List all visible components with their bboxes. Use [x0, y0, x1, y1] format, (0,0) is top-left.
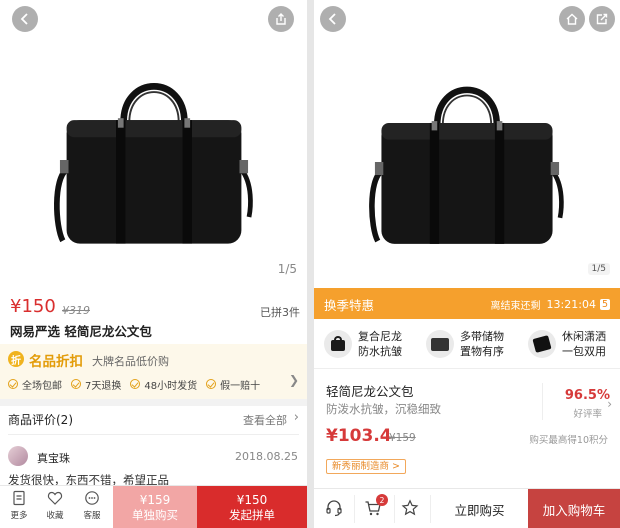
- current-price: ¥150: [10, 296, 56, 317]
- current-price: ¥103.4: [326, 426, 392, 446]
- start-group-buy-button[interactable]: ¥150 发起拼单: [197, 486, 307, 528]
- laptop-sleeve-icon: [528, 329, 556, 358]
- check-icon: [8, 379, 18, 389]
- chevron-left-icon: [20, 13, 28, 25]
- chat-icon: [85, 491, 99, 505]
- avatar: [8, 446, 28, 466]
- document-icon: [13, 490, 25, 506]
- service-item: 7天退换: [71, 377, 121, 392]
- image-page-indicator: 1/5: [277, 262, 297, 276]
- service-guarantees: 全场包邮 7天退换 48小时发货 假一赔十: [8, 376, 299, 392]
- buy-now-button[interactable]: 立即购买: [431, 489, 528, 528]
- feature-item: 多带储物 置物有序: [416, 319, 518, 368]
- add-to-cart-button[interactable]: 加入购物车: [528, 489, 620, 528]
- check-icon: [71, 379, 81, 389]
- discount-badge-icon: 折: [8, 351, 24, 367]
- service-item: 全场包邮: [8, 377, 62, 392]
- share-icon: [276, 13, 286, 25]
- divider: [354, 495, 355, 523]
- customer-service-button[interactable]: 客服: [77, 490, 107, 528]
- share-button[interactable]: [589, 6, 615, 32]
- heart-icon: [47, 491, 63, 505]
- bag-thumbnail-icon: [324, 329, 352, 358]
- promo-subtitle: 大牌名品低价购: [92, 355, 169, 368]
- original-price: ¥159: [389, 432, 416, 444]
- divider: [542, 383, 543, 420]
- customer-service-button[interactable]: [323, 497, 345, 519]
- service-item: 48小时发货: [130, 377, 197, 392]
- product-title: 网易严选 轻简尼龙公文包: [10, 324, 152, 339]
- section-divider: [0, 399, 307, 406]
- bottom-action-bar: 更多 收藏 客服 ¥159 单独购买 ¥150 发起拼单: [0, 485, 307, 528]
- screen-divider: [307, 0, 314, 528]
- positive-rating[interactable]: 96.5%: [565, 388, 610, 403]
- manufacturer-tag[interactable]: 新秀丽制造商 >: [326, 459, 406, 474]
- favorite-button[interactable]: 收藏: [40, 490, 70, 528]
- headset-icon: [326, 500, 342, 517]
- service-item: 假一赔十: [206, 377, 260, 392]
- sold-count: 已拼3件: [260, 306, 300, 319]
- star-icon: [401, 499, 419, 516]
- check-icon: [130, 379, 141, 389]
- share-icon: [596, 13, 608, 25]
- promo-title: 名品折扣: [29, 354, 83, 370]
- product-name: 轻简尼龙公文包: [326, 384, 414, 399]
- product-image-gallery[interactable]: 1/5: [0, 0, 307, 290]
- reviews-header[interactable]: 商品评价(2) 查看全部 ›: [8, 410, 299, 429]
- share-button[interactable]: [268, 6, 294, 32]
- feature-item: 休闲潇洒 一包双用: [518, 319, 620, 368]
- more-button[interactable]: 更多: [4, 490, 34, 528]
- home-button[interactable]: [559, 6, 585, 32]
- back-button[interactable]: [12, 6, 38, 32]
- bag-interior-icon: [426, 329, 454, 358]
- reviews-title: 商品评价(2): [8, 413, 73, 427]
- favorite-button[interactable]: [399, 497, 421, 519]
- cart-count-badge: 2: [376, 494, 388, 506]
- image-page-indicator: 1/5: [587, 263, 610, 275]
- divider: [394, 495, 395, 523]
- buy-alone-button[interactable]: ¥159 单独购买: [113, 486, 197, 528]
- price-row: ¥150 ¥319 已拼3件: [10, 296, 300, 322]
- reviewer-name: 真宝珠: [37, 452, 70, 465]
- chevron-left-icon: [328, 13, 336, 25]
- chevron-right-icon: ❯: [288, 373, 299, 387]
- product-image-gallery[interactable]: 1/5: [314, 0, 620, 288]
- review-date: 2018.08.25: [235, 450, 298, 463]
- right-product-screen: 1/5 换季特惠 离结束还剩 13:21:04 5 复合尼龙 防水抗皱 多带储物置…: [314, 0, 620, 528]
- brand-discount-banner[interactable]: 折 名品折扣 大牌名品低价购 全场包邮 7天退换 48小时发货 假一赔十 ❯: [0, 344, 307, 399]
- briefcase-image: [314, 62, 620, 262]
- product-description: 防泼水抗皱，沉稳细致: [326, 402, 441, 416]
- chevron-right-icon: ›: [293, 410, 299, 425]
- see-all-reviews-link[interactable]: 查看全部: [243, 412, 287, 428]
- cart-button[interactable]: 2: [362, 494, 388, 519]
- seasonal-sale-banner: 换季特惠 离结束还剩 13:21:04 5: [314, 288, 620, 319]
- rating-label: 好评率: [573, 409, 602, 420]
- feature-highlights: 复合尼龙 防水抗皱 多带储物 置物有序 休闲潇洒 一包双用: [314, 319, 620, 369]
- back-button[interactable]: [320, 6, 346, 32]
- chevron-right-icon: ›: [607, 397, 612, 411]
- left-product-screen: 1/5 ¥150 ¥319 已拼3件 网易严选 轻简尼龙公文包 折 名品折扣 大…: [0, 0, 307, 528]
- home-icon: [566, 13, 578, 25]
- points-info: 购买最高得10积分: [529, 435, 608, 446]
- original-price: ¥319: [62, 304, 90, 317]
- sale-countdown: 离结束还剩 13:21:04 5: [490, 298, 610, 312]
- bottom-action-bar: 2 立即购买 加入购物车: [314, 488, 620, 528]
- feature-item: 复合尼龙 防水抗皱: [314, 319, 416, 368]
- check-icon: [206, 379, 217, 389]
- divider: [8, 434, 299, 435]
- briefcase-image: [0, 60, 307, 260]
- sale-title: 换季特惠: [324, 298, 375, 313]
